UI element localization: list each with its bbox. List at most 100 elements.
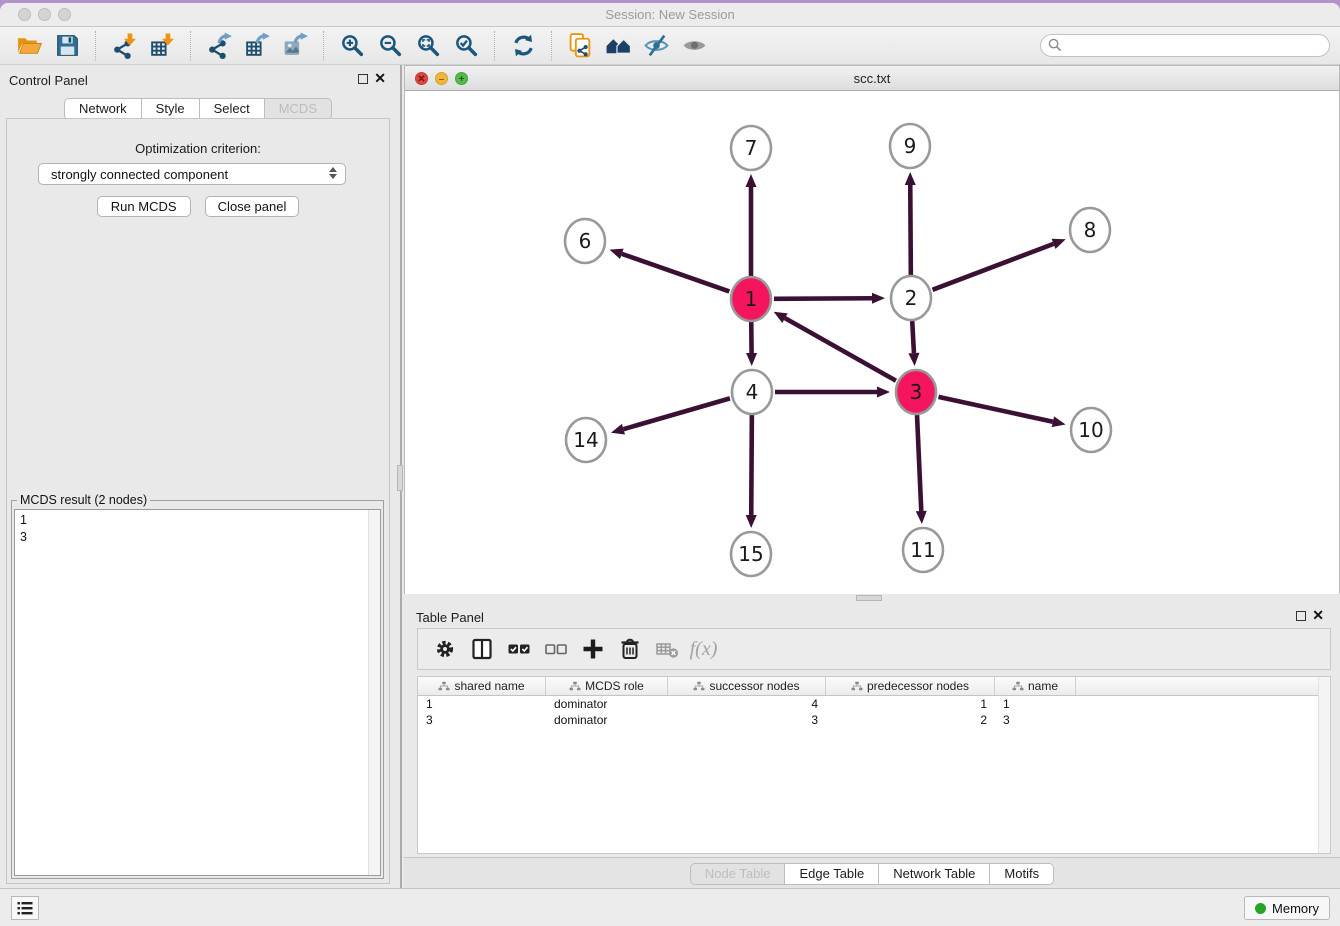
save-session-icon [54,32,81,59]
export-network-button[interactable] [200,30,238,62]
column-header-predecessor-nodes[interactable]: predecessor nodes [826,677,995,695]
refresh-button[interactable] [504,30,542,62]
table-cell[interactable]: dominator [546,712,668,728]
add-button[interactable] [574,632,611,666]
graph-node-1[interactable]: 1 [731,277,771,321]
main-toolbar [0,27,1340,65]
table-cell[interactable]: 1 [995,696,1076,712]
task-history-button[interactable] [11,896,39,920]
table-cell[interactable]: 3 [418,712,546,728]
column-header-name[interactable]: name [995,677,1076,695]
tab-edge-table[interactable]: Edge Table [785,863,879,885]
graph-node-3[interactable]: 3 [896,370,936,414]
table-cell[interactable]: 4 [668,696,826,712]
zoom-out-button[interactable] [371,30,409,62]
toolbar-separator [551,31,552,61]
column-header-shared-name[interactable]: shared name [418,677,546,695]
window-title: Session: New Session [0,7,1340,22]
table-cell[interactable]: 1 [826,696,995,712]
graph-edge-1-6[interactable] [622,254,729,292]
column-header-successor-nodes[interactable]: successor nodes [668,677,826,695]
tab-network[interactable]: Network [64,98,142,120]
graph-node-4[interactable]: 4 [732,370,772,414]
deselect-all-button[interactable] [537,632,574,666]
column-header-MCDS-role[interactable]: MCDS role [546,677,668,695]
table-cell[interactable]: 3 [668,712,826,728]
table-cell[interactable]: 3 [995,712,1076,728]
home-button[interactable] [599,30,637,62]
tab-select[interactable]: Select [200,98,265,120]
graph-edge-1-2[interactable] [774,298,872,299]
mcds-result-line: 1 [20,512,375,529]
open-file-button[interactable] [10,30,48,62]
graph-edge-4-15[interactable] [751,415,752,515]
graph-edge-2-9[interactable] [910,185,911,275]
table-row[interactable]: 1dominator411 [418,696,1330,712]
horizontal-splitter[interactable] [404,594,1340,602]
vertical-splitter-grip[interactable] [397,465,403,491]
graph-node-6[interactable]: 6 [565,219,605,263]
save-session-button[interactable] [48,30,86,62]
optimization-criterion-select[interactable]: strongly connected component [38,163,346,185]
graph-node-2[interactable]: 2 [891,276,931,320]
graph-edge-4-14[interactable] [623,398,729,429]
control-panel-float-icon[interactable] [358,74,368,84]
zoom-in-button[interactable] [333,30,371,62]
zoom-selected-button[interactable] [447,30,485,62]
table-cell[interactable]: 1 [418,696,546,712]
search-field-wrap [1040,34,1330,57]
graph-edge-3-1[interactable] [785,318,896,381]
graph-edge-2-3[interactable] [912,321,914,353]
graph-node-10[interactable]: 10 [1071,408,1111,452]
memory-button[interactable]: Memory [1244,896,1330,920]
graph-edge-3-11[interactable] [917,415,921,511]
graph-node-label: 14 [573,428,598,452]
close-panel-button[interactable]: Close panel [205,196,300,217]
graph-node-7[interactable]: 7 [731,126,771,170]
mcds-result-title: MCDS result (2 nodes) [17,493,150,507]
hide-selection-button[interactable] [637,30,675,62]
graph-node-label: 4 [746,380,759,404]
select-all-button[interactable] [500,632,537,666]
graph-node-8[interactable]: 8 [1070,208,1110,252]
graph-node-label: 9 [904,134,917,158]
table-panel-close-icon[interactable]: ✕ [1312,608,1324,622]
network-graph[interactable]: 7 9 6 8 1 2 4 3 14 10 15 11 [405,91,1339,594]
table-panel-float-icon[interactable] [1296,611,1306,621]
main-toolbar-icons [10,27,713,64]
zoom-fit-button[interactable] [409,30,447,62]
tab-network-table[interactable]: Network Table [879,863,990,885]
control-panel-close-icon[interactable]: ✕ [374,71,386,85]
graph-edge-2-8[interactable] [933,244,1054,290]
tab-style[interactable]: Style [142,98,200,120]
refresh-icon [510,32,537,59]
horizontal-splitter-grip[interactable] [856,595,882,601]
graph-node-11[interactable]: 11 [903,528,943,572]
mcds-result-scrollbar[interactable] [368,510,380,875]
table-cell[interactable]: 2 [826,712,995,728]
import-network-button[interactable] [105,30,143,62]
duplicate-network-button[interactable] [561,30,599,62]
search-input[interactable] [1040,34,1330,57]
graph-node-15[interactable]: 15 [731,532,771,576]
optimization-criterion-value: strongly connected component [51,167,228,182]
graph-node-9[interactable]: 9 [890,124,930,168]
columns-button[interactable] [463,632,500,666]
table-row[interactable]: 3dominator323 [418,712,1330,728]
tab-node-table[interactable]: Node Table [690,863,786,885]
table-cell[interactable]: dominator [546,696,668,712]
graph-node-14[interactable]: 14 [566,418,606,462]
control-panel-title: Control Panel [9,73,88,88]
trash-button[interactable] [611,632,648,666]
graph-edge-3-10[interactable] [938,397,1052,422]
tab-motifs[interactable]: Motifs [990,863,1054,885]
vertical-splitter[interactable] [396,65,404,888]
table-scrollbar[interactable] [1318,677,1330,853]
export-table-button[interactable] [238,30,276,62]
tab-mcds[interactable]: MCDS [265,98,332,120]
mcds-result-list[interactable]: 13 [14,509,381,876]
import-table-button[interactable] [143,30,181,62]
gear-button[interactable] [426,632,463,666]
export-image-button[interactable] [276,30,314,62]
run-mcds-button[interactable]: Run MCDS [97,196,191,217]
